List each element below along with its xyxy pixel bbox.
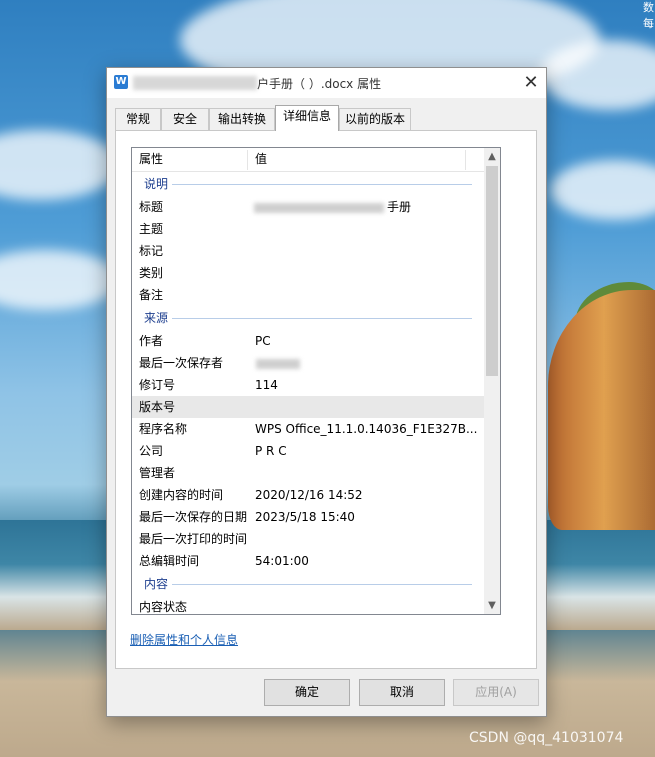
list-item[interactable]: 公司 P R C — [132, 440, 484, 462]
properties-dialog: W 户手册（ ）.docx 属性 ✕ 常规 安全 输出转换 详细信息 以前的版本… — [106, 67, 547, 717]
list-item[interactable]: 最后一次保存的日期 2023/5/18 15:40 — [132, 506, 484, 528]
list-item[interactable]: 管理者 — [132, 462, 484, 484]
wps-writer-icon: W — [114, 75, 128, 89]
redacted-value — [254, 203, 384, 213]
tab-details[interactable]: 详细信息 — [275, 105, 339, 131]
ok-button[interactable]: 确定 — [264, 679, 350, 706]
list-item[interactable]: 最后一次打印的时间 — [132, 528, 484, 550]
column-header-value[interactable]: 值 — [248, 148, 465, 171]
vertical-scrollbar[interactable]: ▲ ▼ — [484, 148, 500, 614]
list-item[interactable]: 版本号 — [132, 396, 484, 418]
column-header-property[interactable]: 属性 — [132, 148, 247, 171]
list-item[interactable]: 创建内容的时间 2020/12/16 14:52 — [132, 484, 484, 506]
title-bar[interactable]: W 户手册（ ）.docx 属性 ✕ — [107, 68, 546, 98]
list-rows: 说明 标题 手册 主题 标记 类别 备注 来源 作者 PC 最后一次保存者 修订… — [132, 172, 484, 614]
redacted-value — [256, 359, 300, 369]
close-icon[interactable]: ✕ — [519, 71, 543, 95]
list-item[interactable]: 最后一次保存者 — [132, 352, 484, 374]
list-item[interactable]: 总编辑时间 54:01:00 — [132, 550, 484, 572]
watermark-text: CSDN @qq_41031074 — [469, 730, 624, 746]
remove-properties-link[interactable]: 删除属性和个人信息 — [130, 631, 238, 648]
group-header-origin: 来源 — [132, 306, 484, 330]
list-item[interactable]: 修订号 114 — [132, 374, 484, 396]
list-item[interactable]: 标记 — [132, 240, 484, 262]
scroll-down-icon[interactable]: ▼ — [484, 597, 500, 614]
list-item[interactable]: 内容状态 — [132, 596, 484, 614]
list-item[interactable]: 作者 PC — [132, 330, 484, 352]
group-header-content: 内容 — [132, 572, 484, 596]
list-item[interactable]: 类别 — [132, 262, 484, 284]
list-item[interactable]: 主题 — [132, 218, 484, 240]
cancel-button[interactable]: 取消 — [359, 679, 445, 706]
apply-button[interactable]: 应用(A) — [453, 679, 539, 706]
properties-list[interactable]: 属性 值 说明 标题 手册 主题 标记 类别 备注 来源 作者 PC 最后一次保… — [131, 147, 501, 615]
desktop-icon-label[interactable]: 数 每 — [643, 0, 655, 32]
tab-general[interactable]: 常规 — [115, 108, 161, 130]
details-page: 属性 值 说明 标题 手册 主题 标记 类别 备注 来源 作者 PC 最后一次保… — [115, 130, 537, 669]
list-item[interactable]: 程序名称 WPS Office_11.1.0.14036_F1E327B... — [132, 418, 484, 440]
list-item[interactable]: 备注 — [132, 284, 484, 306]
tab-security[interactable]: 安全 — [161, 108, 209, 130]
tab-output-convert[interactable]: 输出转换 — [209, 108, 275, 130]
group-header-description: 说明 — [132, 172, 484, 196]
scroll-up-icon[interactable]: ▲ — [484, 148, 500, 165]
list-item[interactable]: 标题 手册 — [132, 196, 484, 218]
scrollbar-thumb[interactable] — [486, 166, 498, 376]
list-header: 属性 值 — [132, 148, 484, 172]
window-title: 户手册（ ）.docx 属性 — [257, 77, 382, 91]
redacted-filename — [133, 76, 257, 90]
tab-previous-versions[interactable]: 以前的版本 — [339, 108, 411, 130]
